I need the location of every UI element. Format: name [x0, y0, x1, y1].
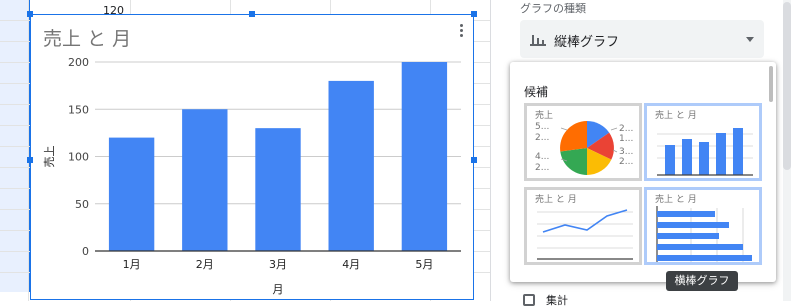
x-axis-title: 月	[273, 283, 284, 296]
x-tick-label: 1月	[123, 258, 141, 271]
x-tick-label: 3月	[269, 258, 287, 271]
y-tick-label: 200	[68, 56, 89, 69]
y-axis-title: 売上	[43, 146, 56, 168]
chart-suggestions-dropdown: 候補 売上 5... 2... 4... 2... 2... 1... 3...…	[510, 62, 776, 282]
x-tick-label: 2月	[196, 258, 214, 271]
line-chart-preview	[537, 209, 633, 260]
dropdown-arrow-icon	[746, 37, 754, 42]
resize-handle[interactable]	[27, 157, 33, 163]
panel-scrollbar-thumb[interactable]	[783, 2, 791, 170]
suggestions-title: 候補	[524, 85, 549, 99]
suggestion-line-chart[interactable]: 売上 と 月	[524, 187, 642, 265]
panel-divider	[490, 0, 491, 301]
dropdown-scrollbar[interactable]	[769, 66, 773, 102]
tooltip-text: 横棒グラフ	[674, 274, 730, 287]
aggregate-checkbox[interactable]	[523, 294, 535, 306]
resize-handle[interactable]	[471, 11, 477, 17]
grid-line	[28, 0, 29, 301]
bar-4月	[328, 80, 374, 252]
x-tick-label: 4月	[342, 258, 360, 271]
bar-3月	[255, 128, 301, 251]
pie-chart-preview	[560, 120, 618, 175]
resize-handle[interactable]	[27, 11, 33, 17]
x-tick-label: 5月	[415, 258, 433, 271]
tooltip: 横棒グラフ	[666, 271, 738, 291]
suggestion-column-chart[interactable]: 売上 と 月	[644, 103, 762, 181]
column-chart-icon	[530, 35, 546, 46]
suggestion-bar-chart[interactable]: 売上 と 月	[644, 187, 762, 265]
chart-type-value: 縦棒グラフ	[554, 35, 620, 50]
bar-5月	[401, 62, 448, 251]
resize-handle[interactable]	[249, 11, 255, 17]
chart-type-select[interactable]: 縦棒グラフ	[520, 20, 764, 58]
chart-type-label: グラフの種類	[520, 2, 586, 15]
suggestion-pie-chart[interactable]: 売上 5... 2... 4... 2... 2... 1... 3... 2.…	[524, 103, 642, 181]
chart-plot: 0 50 100 150 200 1月 2月 3月 4月 5月月 売上	[43, 56, 461, 296]
y-tick-label: 150	[68, 103, 89, 116]
bar-1月	[108, 137, 155, 251]
y-tick-label: 100	[68, 151, 89, 164]
y-tick-label: 0	[82, 245, 89, 258]
aggregate-label: 集計	[546, 294, 568, 307]
y-tick-label: 50	[75, 198, 89, 211]
bar-2月	[182, 109, 228, 251]
resize-handle[interactable]	[471, 157, 477, 163]
bar-chart-preview	[656, 206, 752, 262]
embedded-chart[interactable]: 売上 と 月 0 50 100 150 200 1月 2月 3月 4月 5月月売上	[30, 14, 474, 300]
column-chart-preview	[657, 128, 753, 176]
